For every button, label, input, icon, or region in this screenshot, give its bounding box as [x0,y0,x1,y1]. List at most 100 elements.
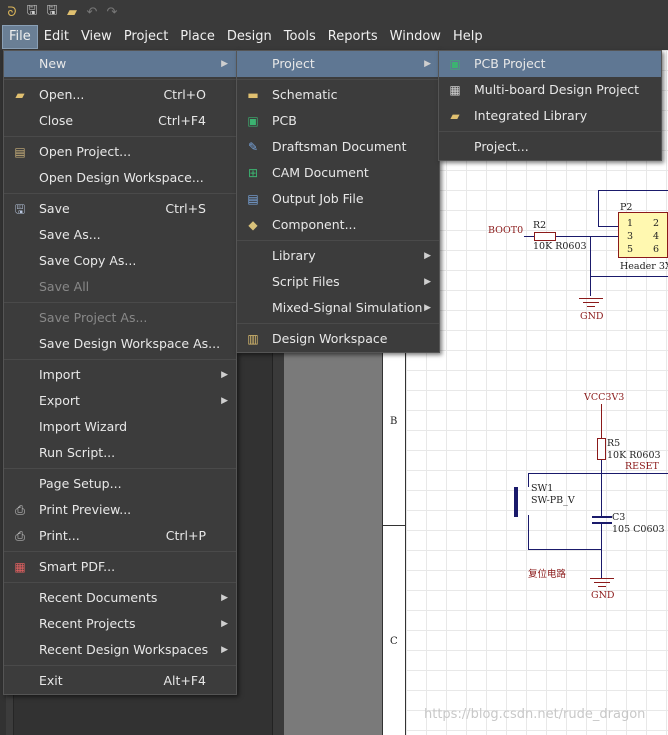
menu-file[interactable]: File [2,25,38,49]
menu-item-label: Save Design Workspace As... [39,336,221,351]
menu-item-script-files[interactable]: Script Files ▶ [237,269,439,295]
menu-item-recent-documents[interactable]: Recent Documents ▶ [4,585,236,611]
shortcut-label: Ctrl+S [165,201,206,216]
menu-item-label: Close [39,113,74,128]
menu-item-label: Smart PDF... [39,559,116,574]
menu-item-pcb-project[interactable]: ▣ PCB Project [439,51,661,77]
menu-item-label: PCB Project [474,56,546,71]
menu-item-import-wizard[interactable]: Import Wizard [4,414,236,440]
menu-item-label: Print... [39,528,80,543]
menu-item-pcb[interactable]: ▣ PCB [237,108,439,134]
menu-item-label: Script Files [272,274,340,289]
menu-item-draftsman[interactable]: ✎ Draftsman Document [237,134,439,160]
menu-item-new[interactable]: New ▶ [4,51,236,77]
menu-item-integrated-library[interactable]: ▰ Integrated Library [439,103,661,129]
menu-item-open[interactable]: ▰ Open... Ctrl+O [4,82,236,108]
zone-label-c: C [390,636,398,647]
menu-item-open-design-workspace[interactable]: Open Design Workspace... [4,165,236,191]
menu-separator [237,240,439,241]
menu-edit[interactable]: Edit [38,25,75,49]
menu-item-open-project[interactable]: ▤ Open Project... [4,139,236,165]
menu-item-print[interactable]: ⎙ Print... Ctrl+P [4,523,236,549]
menu-item-run-script[interactable]: Run Script... [4,440,236,466]
menu-item-save-project-as[interactable]: Save Project As... [4,305,236,331]
menu-view[interactable]: View [75,25,118,49]
wire [598,190,599,226]
menu-item-project-dialog[interactable]: Project... [439,134,661,160]
schematic-icon: ▬ [247,88,259,102]
menu-tools[interactable]: Tools [278,25,322,49]
menu-item-label: Save As... [39,227,101,242]
open-project-icon: ▤ [14,145,26,159]
menu-item-recent-design-workspaces[interactable]: Recent Design Workspaces ▶ [4,637,236,663]
output-job-icon: ▤ [247,192,259,206]
menu-item-export[interactable]: Export ▶ [4,388,236,414]
menu-design[interactable]: Design [221,25,278,49]
wire [590,236,591,296]
c3-capacitor-plate[interactable] [592,516,612,518]
integrated-library-icon: ▰ [450,109,460,123]
menu-project[interactable]: Project [118,25,174,49]
menu-item-save-as[interactable]: Save As... [4,222,236,248]
menu-item-save-design-workspace-as[interactable]: Save Design Workspace As... [4,331,236,357]
menu-item-component[interactable]: ◆ Component... [237,212,439,238]
boot0-net-label: BOOT0 [488,225,524,236]
c3-value: 105 C0603 [612,524,665,535]
submenu-arrow-icon: ▶ [221,593,228,603]
menu-item-recent-projects[interactable]: Recent Projects ▶ [4,611,236,637]
menu-item-multi-board[interactable]: ▦ Multi-board Design Project [439,77,661,103]
redo-icon[interactable]: ↷ [104,4,120,20]
menu-item-close[interactable]: Close Ctrl+F4 [4,108,236,134]
open-folder-icon[interactable]: ▰ [64,4,80,20]
submenu-arrow-icon: ▶ [221,619,228,629]
menu-item-new-project[interactable]: Project ▶ [237,51,439,77]
r2-resistor[interactable] [534,232,556,241]
gnd-label: GND [580,311,604,322]
menu-item-page-setup[interactable]: Page Setup... [4,471,236,497]
menu-item-design-workspace[interactable]: ▥ Design Workspace [237,326,439,352]
menu-item-label: Open... [39,87,85,102]
save-icon: 🖫 [14,202,26,216]
sw1-switch[interactable] [514,487,518,517]
menu-separator [4,193,236,194]
menu-item-output-job[interactable]: ▤ Output Job File [237,186,439,212]
r5-resistor[interactable] [597,438,606,460]
watermark: https://blog.csdn.net/rude_dragon [424,707,646,722]
menu-item-schematic[interactable]: ▬ Schematic [237,82,439,108]
menu-separator [4,665,236,666]
save-icon[interactable]: 🖫 [24,3,40,20]
pcb-icon: ▣ [247,114,259,128]
cam-document-icon: ⊞ [247,166,259,180]
shortcut-label: Ctrl+O [163,87,206,102]
menu-item-label: Import Wizard [39,419,128,434]
header-component[interactable]: 1 2 3 4 5 6 [618,212,668,258]
menu-item-print-preview[interactable]: ⎙ Print Preview... [4,497,236,523]
c3-capacitor-plate[interactable] [592,522,612,524]
shortcut-label: Ctrl+F4 [158,113,206,128]
menu-item-label: Page Setup... [39,476,122,491]
menu-item-mixed-signal[interactable]: Mixed-Signal Simulation ▶ [237,295,439,321]
pin-label: 4 [653,231,660,242]
wire [601,473,668,474]
menu-place[interactable]: Place [174,25,221,49]
menu-item-label: Run Script... [39,445,116,460]
menu-item-save-copy-as[interactable]: Save Copy As... [4,248,236,274]
menu-help[interactable]: Help [447,25,489,49]
file-menu: New ▶ ▰ Open... Ctrl+O Close Ctrl+F4 ▤ Open P… [3,50,237,695]
menu-window[interactable]: Window [384,25,447,49]
menu-reports[interactable]: Reports [322,25,384,49]
save-all-icon[interactable]: 🖫 [44,3,60,20]
app-logo-icon[interactable]: ᘐ [4,4,20,20]
undo-icon[interactable]: ↶ [84,4,100,20]
menu-item-exit[interactable]: Exit Alt+F4 [4,668,236,694]
menu-item-smart-pdf[interactable]: ▦ Smart PDF... [4,554,236,580]
menu-item-library[interactable]: Library ▶ [237,243,439,269]
smart-pdf-icon: ▦ [14,560,26,574]
menu-item-label: Design Workspace [272,331,388,346]
menu-item-import[interactable]: Import ▶ [4,362,236,388]
menu-item-save-all[interactable]: Save All [4,274,236,300]
menu-item-save[interactable]: 🖫 Save Ctrl+S [4,196,236,222]
menu-item-cam[interactable]: ⊞ CAM Document [237,160,439,186]
menu-bar: File Edit View Project Place Design Tool… [0,24,668,50]
menu-item-label: Project... [474,139,529,154]
